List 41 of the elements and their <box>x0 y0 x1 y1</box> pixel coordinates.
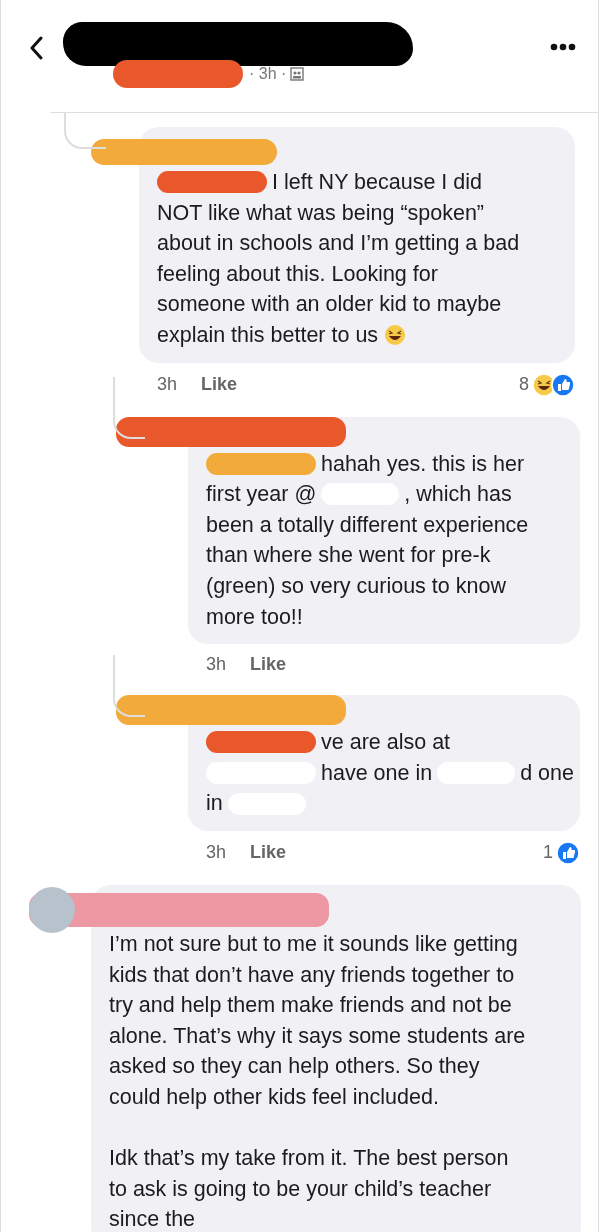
post-time: · 3h · <box>249 65 287 83</box>
comment-text: have one in <box>321 759 433 787</box>
comment-time: 3h <box>206 842 227 864</box>
back-icon[interactable] <box>29 36 43 60</box>
comment-text: I left NY because I did <box>272 169 482 196</box>
comment-time: 3h <box>157 374 178 396</box>
comment-text: alone. That’s why it says some students are <box>109 1022 526 1050</box>
comment-text: asked so they can help others. So they <box>109 1053 480 1081</box>
thumbs-up-icon <box>556 840 580 865</box>
comment-text: hahah yes. this is her <box>321 450 525 478</box>
reaction-count: 8 <box>519 374 529 396</box>
comment-text: someone with an older kid to maybe <box>157 291 502 319</box>
comment-text: Idk that’s my take from it. The best person <box>109 1145 509 1173</box>
comment-text: explain this better to us <box>157 321 379 349</box>
reaction-count: 1 <box>543 842 553 864</box>
laughing-emoji-icon <box>384 324 407 347</box>
more-icon[interactable] <box>550 43 576 51</box>
friends-icon <box>290 67 305 81</box>
comment-text: since the <box>109 1206 196 1232</box>
comment-text: try and help them make friends and not be <box>109 992 512 1020</box>
like-link[interactable]: Like <box>250 654 287 676</box>
comment-text: , which has <box>404 481 512 509</box>
thumbs-up-icon <box>551 372 575 397</box>
comment-time: 3h <box>206 654 227 676</box>
comment-text: first year @ <box>206 481 317 509</box>
comment-text: kids that don’t have any friends together to <box>109 961 515 989</box>
like-link[interactable]: Like <box>250 842 287 864</box>
comment-text: feeling about this. Looking for <box>157 260 438 288</box>
comment-text: (green) so very curious to know <box>206 572 506 600</box>
comment-text: more too!! <box>206 603 303 631</box>
comment-text: been a totally different experience <box>206 511 529 539</box>
comment-text: I’m not sure but to me it sounds like getting <box>109 930 518 958</box>
like-link[interactable]: Like <box>201 374 238 396</box>
comment-text: in <box>206 790 223 818</box>
comment-text: NOT like what was being “spoken” <box>157 199 485 227</box>
comment-text: to ask is going to be your child’s teacher <box>109 1175 492 1203</box>
comment-text: d one <box>520 759 574 787</box>
comment-text: about in schools and I’m getting a bad <box>157 230 520 258</box>
comment-text: could help other kids feel included. <box>109 1083 439 1111</box>
comment-text: than where she went for pre-k <box>206 542 491 570</box>
comment-text: ve are also at <box>321 729 451 757</box>
